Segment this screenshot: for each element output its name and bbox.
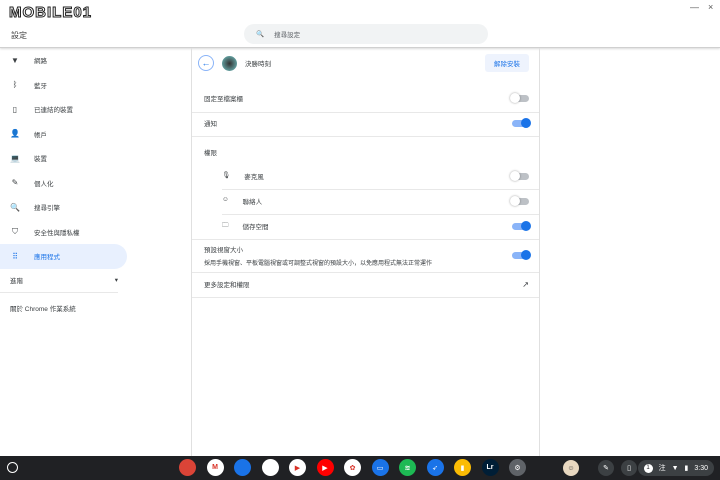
apps-grid-icon: ⠿	[12, 251, 18, 261]
shield-icon: ⛉	[12, 226, 18, 236]
pin-shelf-label: 固定至檔案櫃	[204, 96, 243, 103]
logo: MOBILE01	[8, 4, 93, 22]
arrow-left-icon: ←	[201, 58, 211, 68]
brush-icon: ✎	[11, 178, 19, 188]
page-title: 設定	[11, 31, 27, 40]
launcher-button[interactable]	[7, 462, 18, 473]
permission-row: ☺ 聯絡人	[192, 193, 539, 209]
sidebar-item[interactable]: ▯ 已連結的裝置	[0, 97, 127, 122]
files-app-icon[interactable]	[234, 459, 251, 476]
permission-row: 🎙 麥克風	[192, 168, 539, 184]
permission-toggle[interactable]	[512, 220, 531, 231]
more-settings-link[interactable]: 更多設定和權限 ↗	[192, 276, 539, 292]
permission-label: 儲存空間	[242, 223, 269, 231]
more-settings-label: 更多設定和權限	[204, 282, 250, 289]
sidebar-item[interactable]: ⠿ 應用程式	[0, 244, 127, 269]
search-input[interactable]: 🔍 搜尋設定	[244, 24, 488, 44]
close-button[interactable]: ×	[708, 2, 713, 12]
sidebar-item-label: 個人化	[34, 180, 54, 188]
app-name: 決勝時刻	[245, 61, 271, 68]
sidebar-item-label: 應用程式	[34, 254, 60, 262]
status-tray[interactable]: 1 注 ▼ ▮ 3:30	[637, 460, 714, 476]
stylus-icon[interactable]: ✎	[598, 460, 614, 476]
phone-icon: ▯	[12, 104, 18, 114]
window-size-label: 預設視窗大小	[204, 246, 243, 254]
permission-toggle[interactable]	[510, 170, 529, 181]
shelf: M ▶ ▶ ✿ ▭ ≋ ➶ ▮ Lr ⚙ ☺ ✎ ▯ 1 注 ▼ ▮ 3:30	[0, 456, 720, 480]
external-link-icon: ↗	[522, 279, 529, 289]
person-icon: 👤	[10, 129, 20, 139]
battery-icon: ▮	[684, 465, 689, 472]
meet-app-icon[interactable]	[261, 459, 279, 476]
gmail-app-icon[interactable]: M	[206, 459, 224, 476]
notifications-toggle[interactable]	[512, 117, 531, 128]
permission-toggle[interactable]	[510, 195, 529, 206]
clock: 3:30	[694, 464, 708, 472]
sidebar-item[interactable]: 💻 裝置	[0, 146, 127, 171]
sidebar-item[interactable]: ⛉ 安全性與隱私權	[0, 220, 127, 245]
sidebar-item[interactable]: ▼ 網路	[0, 48, 127, 73]
sidebar-item[interactable]: ᛒ 藍牙	[0, 73, 127, 98]
contacts-icon: ☺	[222, 196, 229, 203]
spotify-app-icon[interactable]: ≋	[399, 459, 416, 476]
rocket-app-icon[interactable]: ➶	[426, 459, 444, 476]
uninstall-button[interactable]: 解除安裝	[485, 54, 529, 72]
bluetooth-icon: ᛒ	[12, 80, 18, 90]
sidebar-item[interactable]: 👤 帳戶	[0, 122, 127, 147]
laptop-icon: 💻	[10, 153, 20, 163]
phone-hub-icon[interactable]: ▯	[621, 460, 637, 476]
holding-space-icon[interactable]: ☺	[563, 460, 579, 476]
notification-count: 1	[643, 463, 653, 473]
settings-app-icon[interactable]: ⚙	[509, 459, 526, 476]
sidebar-item-label: 搜尋引擎	[34, 205, 60, 213]
sidebar-item[interactable]: 🔍 搜尋引擎	[0, 195, 127, 220]
advanced-label: 進階	[10, 278, 23, 285]
sidebar: ▼ 網路 ᛒ 藍牙 ▯ 已連結的裝置 👤 帳戶 💻 裝置 ✎ 個人化 🔍 搜尋引擎 ⛉ 安全性與隱私權 ⠿ 應用程…	[0, 48, 190, 456]
ime-indicator: 注	[658, 465, 666, 472]
search-icon: 🔍	[256, 31, 265, 38]
sidebar-item-label: 藍牙	[34, 82, 47, 90]
permissions-heading: 權限	[204, 150, 217, 157]
keep-app-icon[interactable]: ▮	[454, 459, 471, 476]
header: MOBILE01 設定 🔍 搜尋設定 — ×	[0, 0, 720, 48]
sidebar-advanced[interactable]: 進階 ▾	[0, 269, 118, 293]
photos-app-icon[interactable]: ✿	[344, 459, 361, 476]
sidebar-item-label: 網路	[34, 58, 47, 66]
sidebar-item[interactable]: ✎ 個人化	[0, 171, 127, 196]
notifications-label: 通知	[204, 121, 217, 128]
youtube-app-icon[interactable]: ▶	[316, 459, 334, 476]
window-size-toggle[interactable]	[512, 249, 531, 260]
sidebar-item-label: 已連結的裝置	[34, 107, 73, 115]
screen-app-icon[interactable]: ▭	[371, 459, 389, 476]
permission-label: 麥克風	[244, 174, 264, 181]
search-icon: 🔍	[10, 202, 20, 212]
app-icon	[222, 55, 237, 71]
pin-shelf-toggle[interactable]	[510, 92, 529, 103]
permission-label: 聯絡人	[242, 199, 263, 206]
chevron-down-icon: ▾	[114, 277, 118, 284]
app-details-panel: ← 決勝時刻 解除安裝 固定至檔案櫃 通知 權限 🎙 麥克風 ☺ 聯絡人 🗀 儲存空間 預…	[191, 48, 540, 456]
play-store-app-icon[interactable]: ▶	[289, 459, 306, 476]
minimize-button[interactable]: —	[690, 2, 699, 12]
sidebar-item-label: 安全性與隱私權	[34, 229, 80, 237]
wifi-icon: ▼	[11, 55, 19, 65]
microphone-icon: 🎙	[222, 172, 231, 179]
permission-row: 🗀 儲存空間	[192, 218, 539, 234]
lightroom-app-icon[interactable]: Lr	[481, 459, 499, 476]
search-placeholder: 搜尋設定	[274, 32, 301, 39]
folder-icon: 🗀	[222, 221, 229, 229]
window-size-description: 採用手機視窗、平板電腦視窗或可調整式視窗的預設大小，以免應用程式無法正常運作	[204, 260, 433, 267]
chrome-app-icon[interactable]	[179, 459, 196, 476]
sidebar-item-label: 裝置	[34, 156, 47, 164]
back-button[interactable]: ←	[198, 55, 214, 71]
sidebar-item-label: 帳戶	[34, 131, 47, 139]
sidebar-about[interactable]: 關於 Chrome 作業系統	[0, 303, 190, 313]
wifi-icon: ▼	[671, 464, 679, 472]
